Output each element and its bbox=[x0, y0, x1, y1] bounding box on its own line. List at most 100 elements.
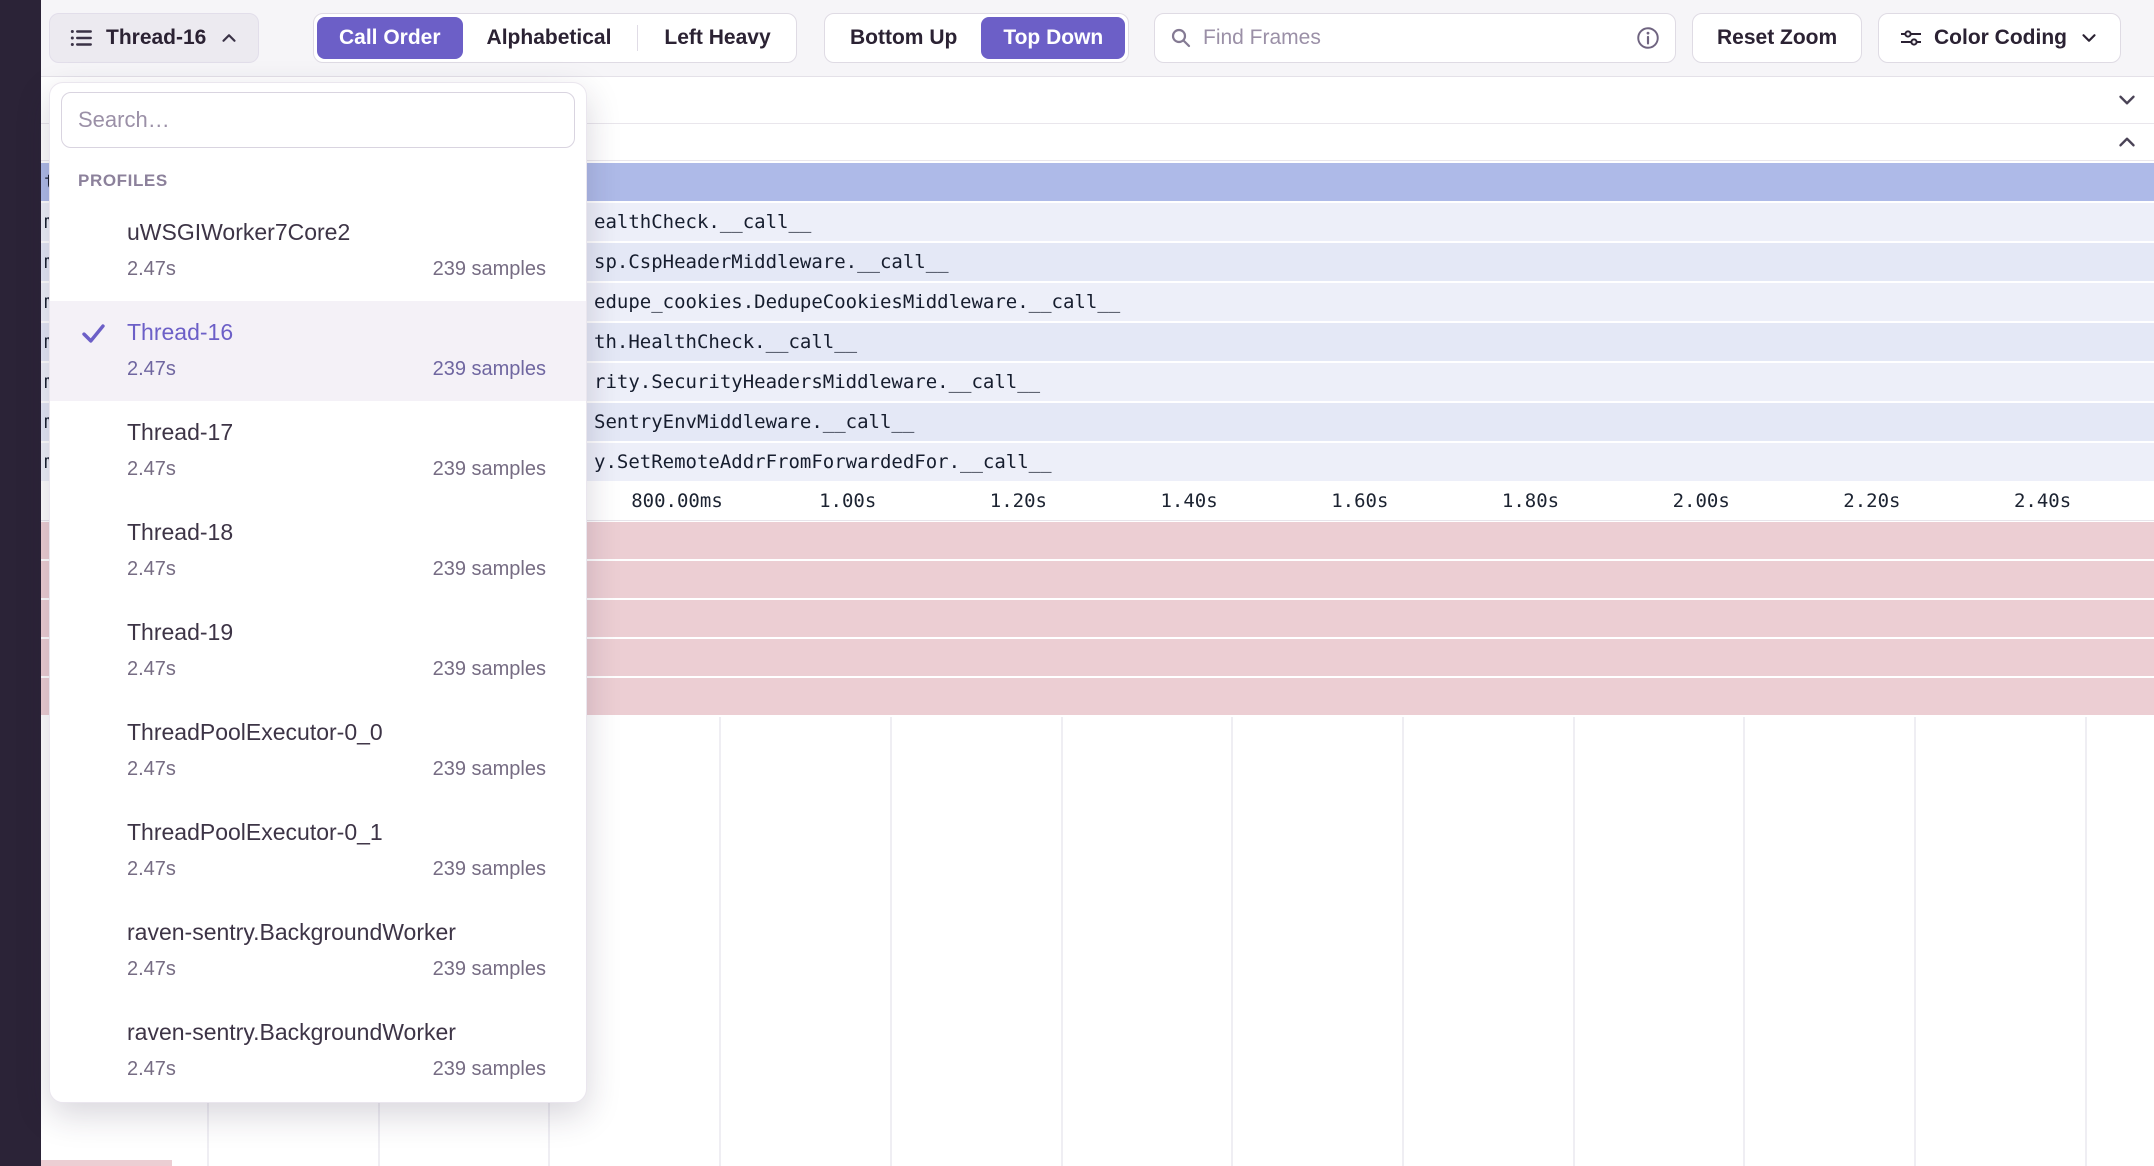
thread-selector-button[interactable]: Thread-16 bbox=[49, 13, 259, 63]
list-icon bbox=[68, 25, 94, 51]
profile-list-item[interactable]: raven-sentry.BackgroundWorker 2.47s239 sa… bbox=[50, 1001, 586, 1101]
profile-duration: 2.47s bbox=[127, 456, 176, 482]
frame-label: th.HealthCheck.__call__ bbox=[594, 323, 857, 361]
profile-duration: 2.47s bbox=[127, 756, 176, 782]
color-coding-label: Color Coding bbox=[1934, 26, 2067, 50]
profile-name: raven-sentry.BackgroundWorker bbox=[127, 1017, 546, 1047]
profile-meta: 2.47s 239 samples bbox=[127, 256, 546, 282]
profile-meta: 2.47s 239 samples bbox=[127, 656, 546, 682]
toolbar: Thread-16 Call Order Alphabetical Left H… bbox=[41, 0, 2154, 77]
color-coding-button[interactable]: Color Coding bbox=[1878, 13, 2121, 63]
time-axis-label: 2.20s bbox=[1843, 490, 1900, 512]
frame-label: edupe_cookies.DedupeCookiesMiddleware.__… bbox=[594, 283, 1120, 321]
sort-segmented-control: Call Order Alphabetical Left Heavy bbox=[313, 13, 797, 63]
profiles-list: uWSGIWorker7Core22.47s239 samplesThread-… bbox=[50, 201, 586, 1101]
profile-meta: 2.47s 239 samples bbox=[127, 356, 546, 382]
thread-selector-label: Thread-16 bbox=[106, 26, 206, 50]
direction-segmented-control: Bottom Up Top Down bbox=[824, 13, 1129, 63]
profile-list-item[interactable]: Thread-19 2.47s 239 samples bbox=[50, 601, 586, 701]
frame-label: sp.CspHeaderMiddleware.__call__ bbox=[594, 243, 949, 281]
profile-list-item[interactable]: raven-sentry.BackgroundWorker 2.47s 239 sa… bbox=[50, 901, 586, 1001]
profile-name: ThreadPoolExecutor-0_0 bbox=[127, 717, 546, 747]
check-icon bbox=[80, 320, 107, 347]
time-axis-label: 1.80s bbox=[1502, 490, 1559, 512]
profile-sample-count: 239 samples bbox=[433, 456, 546, 482]
profile-list-item[interactable]: Thread-162.47s239 samples bbox=[50, 301, 586, 401]
direction-option-label: Top Down bbox=[1003, 26, 1103, 50]
time-axis-label: 1.60s bbox=[1331, 490, 1388, 512]
direction-option-top-down[interactable]: Top Down bbox=[981, 17, 1125, 59]
profile-list-item[interactable]: Thread-17 2.47s 239 samples bbox=[50, 401, 586, 501]
reset-zoom-label: Reset Zoom bbox=[1717, 26, 1837, 50]
profile-name: raven-sentry.BackgroundWorker bbox=[127, 917, 546, 947]
profile-duration: 2.47s bbox=[127, 256, 176, 282]
profile-list-item[interactable]: ThreadPoolExecutor-0_0 2.47s 239 samples bbox=[50, 701, 586, 801]
profile-sample-count: 239 samples bbox=[433, 856, 546, 882]
profile-sample-count: 239 samples bbox=[433, 756, 546, 782]
gridline bbox=[1573, 717, 1575, 1166]
gridline bbox=[1231, 717, 1233, 1166]
frame-label: SentryEnvMiddleware.__call__ bbox=[594, 403, 914, 441]
profile-meta: 2.47s 239 samples bbox=[127, 756, 546, 782]
profile-duration: 2.47s bbox=[127, 656, 176, 682]
reset-zoom-button[interactable]: Reset Zoom bbox=[1692, 13, 1862, 63]
profile-sample-count: 239 samples bbox=[433, 556, 546, 582]
profile-name: Thread-18 bbox=[127, 517, 546, 547]
profile-meta: 2.47s 239 samples bbox=[127, 856, 546, 882]
frame-label: y.SetRemoteAddrFromForwardedFor.__call__ bbox=[594, 443, 1052, 481]
sort-option-label: Call Order bbox=[339, 26, 441, 50]
profile-meta: 2.47s 239 samples bbox=[127, 556, 546, 582]
profile-duration: 2.47s bbox=[127, 356, 176, 382]
time-axis-label: 1.20s bbox=[990, 490, 1047, 512]
profile-duration: 2.47s bbox=[127, 556, 176, 582]
profile-list-item[interactable]: Thread-18 2.47s 239 samples bbox=[50, 501, 586, 601]
profile-name: Thread-17 bbox=[127, 417, 546, 447]
frame-label: rity.SecurityHeadersMiddleware.__call__ bbox=[594, 363, 1040, 401]
gridline bbox=[890, 717, 892, 1166]
gridline bbox=[2085, 717, 2087, 1166]
search-icon bbox=[1169, 26, 1193, 50]
gridline bbox=[719, 717, 721, 1166]
direction-option-label: Bottom Up bbox=[850, 26, 957, 50]
segment-divider bbox=[637, 25, 638, 51]
profile-list-item[interactable]: ThreadPoolExecutor-0_1 2.47s 239 samples bbox=[50, 801, 586, 901]
direction-option-bottom-up[interactable]: Bottom Up bbox=[828, 17, 979, 59]
find-frames-container bbox=[1154, 13, 1676, 63]
chevron-down-icon[interactable] bbox=[2114, 87, 2140, 113]
chevron-up-icon bbox=[218, 27, 240, 49]
profiler-screen: Thread-16 Call Order Alphabetical Left H… bbox=[0, 0, 2154, 1166]
find-frames-input[interactable] bbox=[1203, 26, 1625, 50]
sliders-icon bbox=[1899, 26, 1923, 50]
profile-list-item[interactable]: uWSGIWorker7Core2 2.47s 239 samples bbox=[50, 201, 586, 301]
profiles-search-input[interactable] bbox=[61, 92, 575, 148]
gridline bbox=[1402, 717, 1404, 1166]
time-axis-label: 2.40s bbox=[2014, 490, 2071, 512]
sort-option-alphabetical[interactable]: Alphabetical bbox=[465, 17, 634, 59]
profile-name: ThreadPoolExecutor-0_1 bbox=[127, 817, 546, 847]
time-axis-label: 1.40s bbox=[1160, 490, 1217, 512]
profiles-section-label: PROFILES bbox=[78, 171, 168, 191]
profile-meta: 2.47s 239 samples bbox=[127, 956, 546, 982]
profile-duration: 2.47s bbox=[127, 856, 176, 882]
profile-name: Thread-19 bbox=[127, 617, 546, 647]
profile-sample-count: 239 samples bbox=[433, 356, 546, 382]
left-sidebar-strip bbox=[0, 0, 41, 1166]
gridline bbox=[1061, 717, 1063, 1166]
sort-option-left-heavy[interactable]: Left Heavy bbox=[642, 17, 792, 59]
profile-duration: 2.47s bbox=[127, 956, 176, 982]
profile-sample-count: 239 samples bbox=[433, 956, 546, 982]
info-icon[interactable] bbox=[1635, 25, 1661, 51]
sort-option-call-order[interactable]: Call Order bbox=[317, 17, 463, 59]
chevron-up-icon[interactable] bbox=[2114, 129, 2140, 155]
profile-name: uWSGIWorker7Core2 bbox=[127, 217, 546, 247]
sort-option-label: Left Heavy bbox=[664, 26, 770, 50]
profiles-dropdown: PROFILES uWSGIWorker7Core2 2.47s 239 sampl… bbox=[49, 82, 587, 1103]
profile-duration: 2.47s bbox=[127, 1056, 176, 1082]
frame-block-partial[interactable] bbox=[41, 1160, 172, 1166]
profile-sample-count: 239 samples bbox=[433, 656, 546, 682]
time-axis-label: 2.00s bbox=[1673, 490, 1730, 512]
profile-meta: 2.47s239 samples bbox=[127, 1056, 546, 1082]
gridline bbox=[1914, 717, 1916, 1166]
profile-sample-count: 239 samples bbox=[433, 256, 546, 282]
time-axis-label: 1.00s bbox=[819, 490, 876, 512]
